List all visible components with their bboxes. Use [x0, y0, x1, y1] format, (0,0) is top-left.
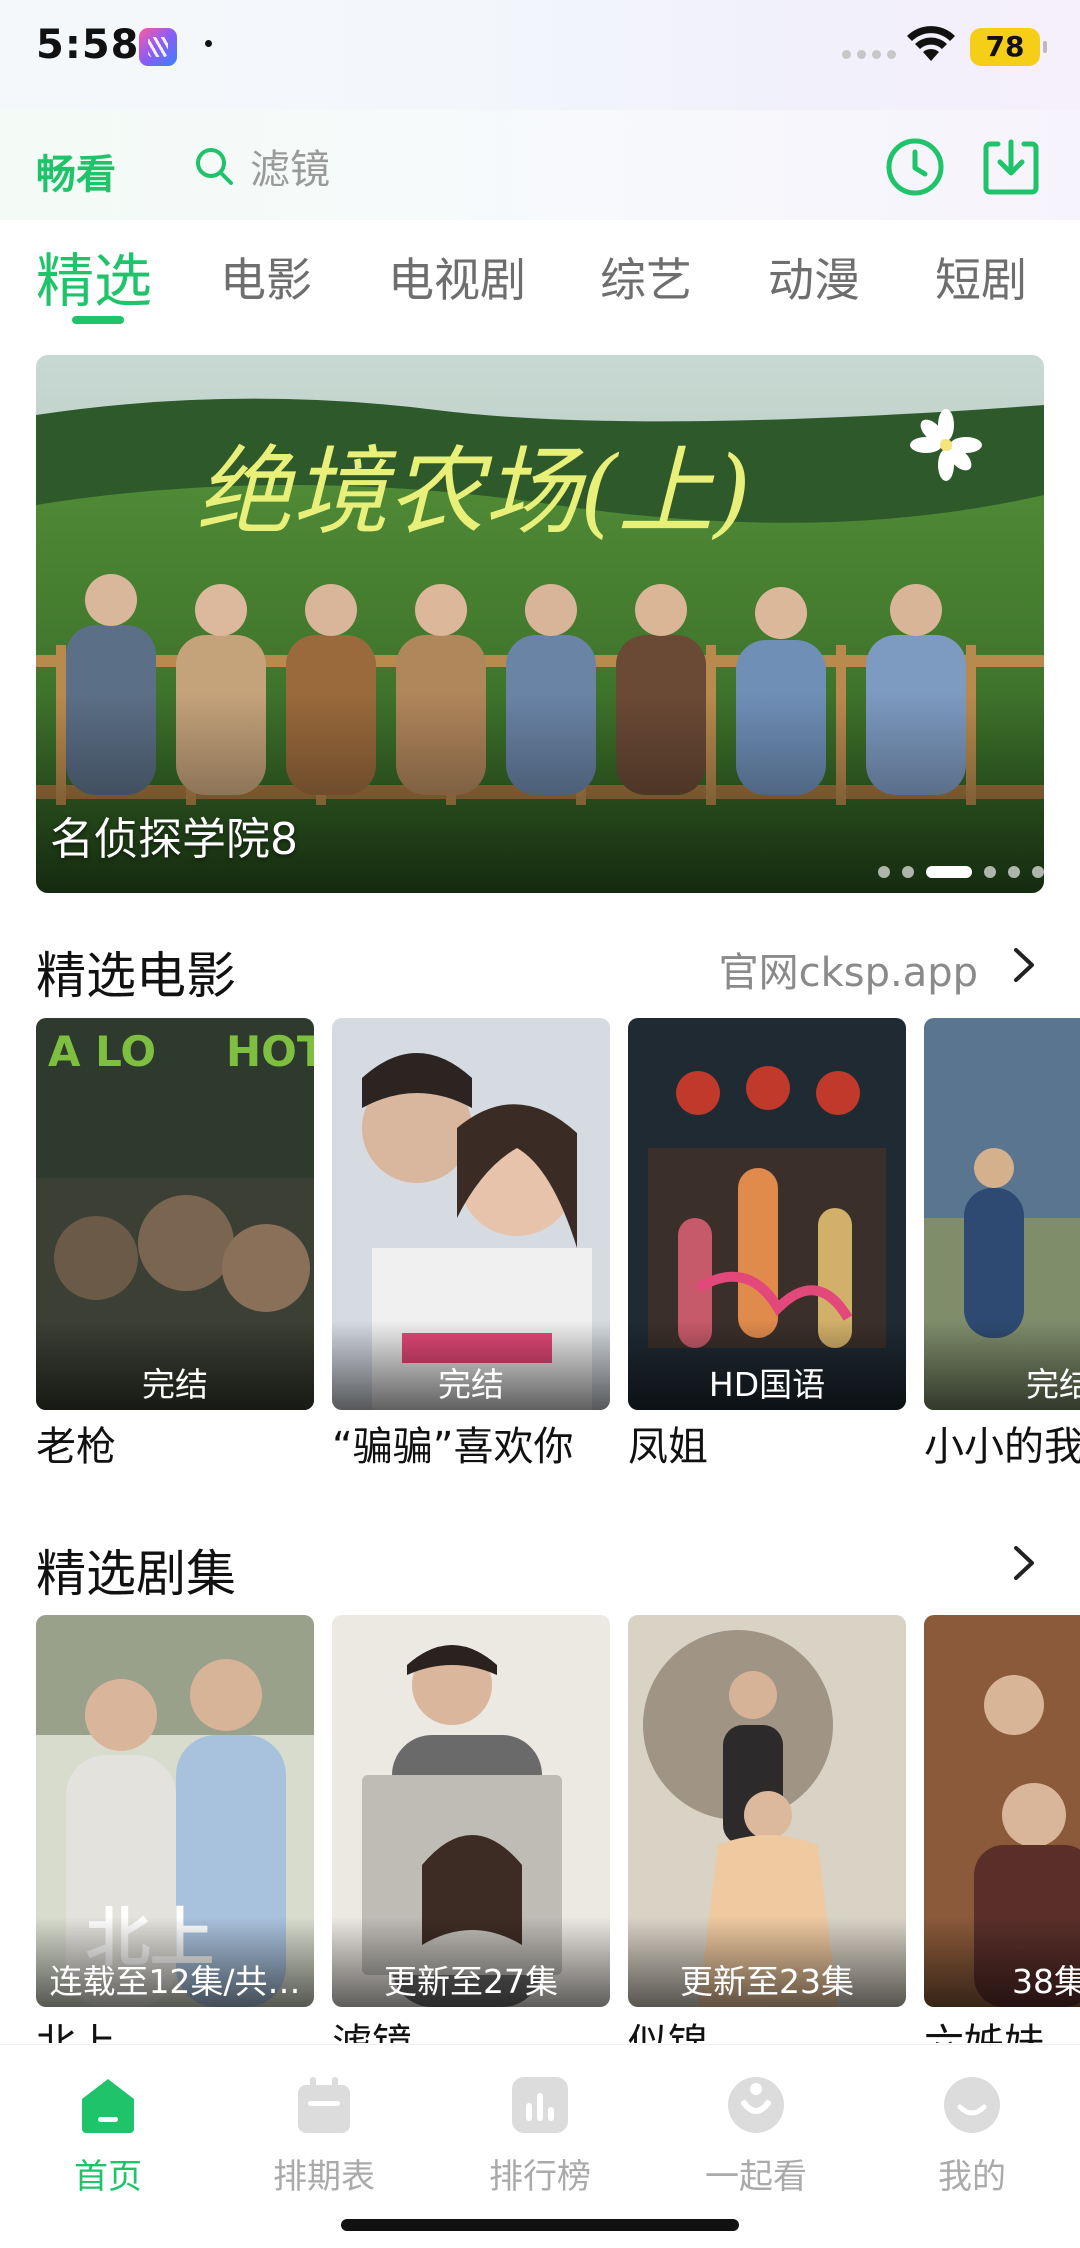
- banner-artwork-title: 绝境农场(上): [196, 436, 751, 548]
- search-placeholder: 滤镜: [250, 147, 330, 193]
- nav-home[interactable]: 首页: [0, 2073, 216, 2198]
- battery-indicator: 78: [970, 28, 1047, 66]
- nav-profile[interactable]: 我的: [864, 2073, 1080, 2198]
- status-dot: [205, 40, 212, 47]
- movie-poster: A LO HOT 完结: [36, 1018, 314, 1410]
- category-tabs: 精选 电影 电视剧 综艺 动漫 短剧: [0, 232, 1080, 332]
- movies-section-title: 精选电影: [36, 947, 236, 1005]
- series-title: 北上: [36, 2011, 314, 2043]
- app-header: 畅看 滤镜: [0, 110, 1080, 220]
- chevron-right-icon[interactable]: [1006, 1538, 1042, 1588]
- nav-schedule[interactable]: 排期表: [216, 2073, 432, 2198]
- banner-pagination: [878, 866, 1044, 878]
- series-title: 滤镜: [332, 2011, 610, 2043]
- tab-variety[interactable]: 综艺: [600, 244, 692, 310]
- episode-badge: 更新至27集: [384, 1962, 558, 2001]
- battery-level: 78: [985, 30, 1025, 63]
- app-logo: 畅看: [36, 152, 116, 198]
- status-badge: 完结: [1026, 1365, 1080, 1404]
- chart-icon: [512, 2077, 568, 2133]
- series-card[interactable]: 北上 连载至12集/共… 北上: [36, 1615, 314, 2043]
- movie-title: 凤姐: [628, 1424, 708, 1470]
- watch-together-icon: [728, 2077, 784, 2133]
- calendar-icon: [298, 2077, 350, 2133]
- status-badge: 完结: [438, 1365, 504, 1404]
- movie-poster: 完结: [924, 1018, 1080, 1410]
- series-card[interactable]: 更新至27集 滤镜: [332, 1615, 610, 2043]
- banner-caption: 名侦探学院8: [50, 814, 298, 865]
- movie-card[interactable]: 完结 小小的我: [924, 1018, 1080, 1472]
- movie-title: “骗骗”喜欢你: [332, 1424, 574, 1470]
- quality-badge: HD国语: [708, 1365, 826, 1404]
- movies-section-header: 精选电影 官网cksp.app: [36, 930, 1044, 1005]
- series-poster: 北上 连载至12集/共…: [36, 1615, 314, 2007]
- movie-card[interactable]: HD国语 凤姐: [628, 1018, 906, 1472]
- featured-banner[interactable]: 绝境农场(上) 名侦探学院8: [36, 355, 1044, 893]
- tab-movies[interactable]: 电影: [220, 244, 312, 310]
- active-tab-indicator: [72, 316, 124, 324]
- tab-anime[interactable]: 动漫: [768, 244, 860, 310]
- tab-tv-series[interactable]: 电视剧: [388, 244, 526, 310]
- movie-poster: 完结: [332, 1018, 610, 1410]
- banner-dot[interactable]: [926, 866, 972, 878]
- svg-text:A LO: A LO: [48, 1027, 156, 1076]
- nav-ranking[interactable]: 排行榜: [432, 2073, 648, 2198]
- cellular-signal-icon: [842, 50, 896, 59]
- official-site-link[interactable]: 官网cksp.app: [719, 940, 978, 998]
- chevron-right-icon[interactable]: [1006, 940, 1042, 990]
- history-clock-icon[interactable]: [884, 136, 946, 198]
- series-section-header: 精选剧集: [36, 1528, 1044, 1603]
- nav-label: 排行榜: [489, 2157, 591, 2197]
- series-row: 北上 连载至12集/共… 北上 更新至27集 滤镜: [36, 1615, 1080, 2043]
- search-input[interactable]: 滤镜: [192, 138, 752, 194]
- tab-featured[interactable]: 精选: [36, 234, 152, 318]
- banner-dot[interactable]: [1032, 866, 1044, 878]
- download-icon[interactable]: [980, 136, 1042, 198]
- series-title: 六姊妹: [924, 2011, 1080, 2043]
- movie-card[interactable]: 完结 “骗骗”喜欢你: [332, 1018, 610, 1472]
- series-poster: 更新至23集: [628, 1615, 906, 2007]
- movie-poster: HD国语: [628, 1018, 906, 1410]
- home-icon: [82, 2079, 134, 2133]
- episode-badge: 更新至23集: [680, 1962, 854, 2001]
- svg-text:HOT: HOT: [226, 1027, 314, 1076]
- movie-card[interactable]: A LO HOT 完结 老枪: [36, 1018, 314, 1472]
- tab-short-drama[interactable]: 短剧: [935, 244, 1027, 310]
- nav-label: 一起看: [705, 2157, 807, 2197]
- status-time: 5:58: [36, 22, 140, 68]
- bottom-navigation: 首页 排期表 排行榜 一起看 我的: [0, 2044, 1080, 2248]
- banner-dot[interactable]: [878, 866, 890, 878]
- series-poster: 38集: [924, 1615, 1080, 2007]
- nav-label: 排期表: [273, 2157, 375, 2197]
- movies-row: A LO HOT 完结 老枪 完结 “骗骗”喜欢你 HD国语 凤姐 完 小小的我: [36, 1018, 1080, 1478]
- series-card[interactable]: 更新至23集 似锦: [628, 1615, 906, 2043]
- series-section-title: 精选剧集: [36, 1545, 236, 1603]
- banner-dot[interactable]: [1008, 866, 1020, 878]
- status-badge: 完结: [142, 1365, 208, 1404]
- series-poster: 更新至27集: [332, 1615, 610, 2007]
- episode-badge: 38集: [1012, 1962, 1080, 2001]
- banner-dot[interactable]: [902, 866, 914, 878]
- nav-watch-together[interactable]: 一起看: [648, 2073, 864, 2198]
- movie-title: 老枪: [36, 1424, 116, 1470]
- nav-label: 我的: [938, 2157, 1006, 2197]
- status-bar: 5:58 78: [0, 0, 1080, 110]
- search-icon: [196, 148, 233, 185]
- series-title: 似锦: [628, 2011, 906, 2043]
- movie-title: 小小的我: [924, 1424, 1080, 1470]
- episode-badge: 连载至12集/共…: [49, 1962, 301, 2001]
- nav-label: 首页: [74, 2157, 142, 2197]
- app-notification-icon: [139, 28, 177, 66]
- wifi-icon: [907, 26, 955, 61]
- profile-icon: [944, 2077, 1000, 2133]
- series-card[interactable]: 38集 六姊妹: [924, 1615, 1080, 2043]
- banner-dot[interactable]: [984, 866, 996, 878]
- home-indicator: [341, 2219, 739, 2231]
